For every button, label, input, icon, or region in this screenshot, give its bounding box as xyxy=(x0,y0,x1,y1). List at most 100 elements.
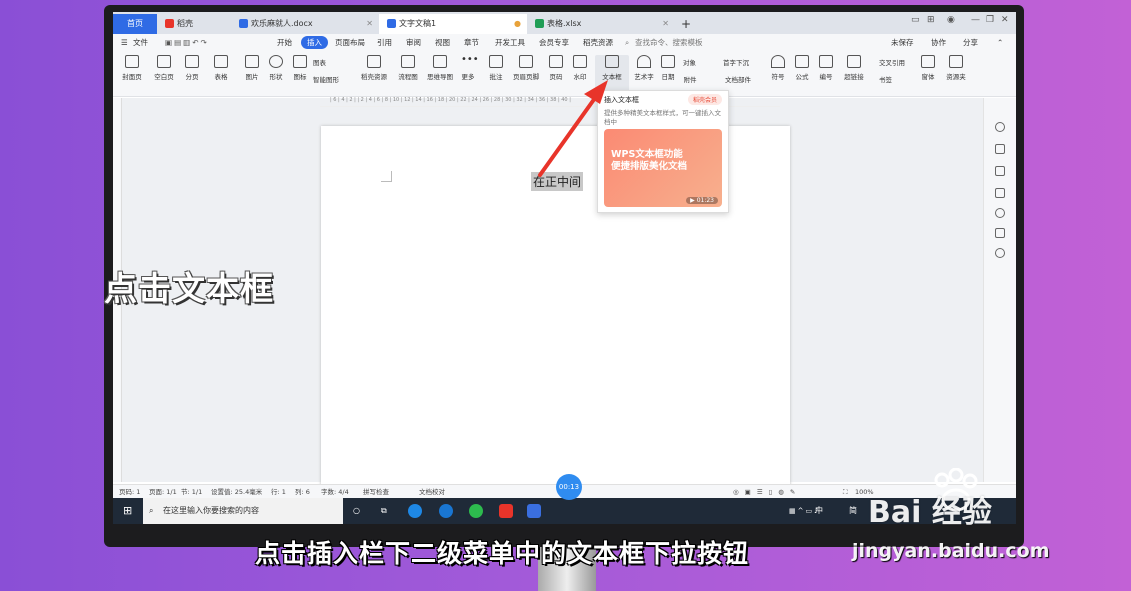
selected-text[interactable]: 在正中间 xyxy=(531,172,584,191)
icon-button[interactable]: 图标 xyxy=(283,55,317,81)
hyperlink-button[interactable]: 超链接 xyxy=(837,55,871,81)
textbox-button[interactable]: 文本框 xyxy=(595,55,629,93)
cover-page-button[interactable]: 封面页 xyxy=(115,55,149,81)
hamburger-icon[interactable]: ☰ xyxy=(121,34,128,52)
menu-bar: ☰ 文件 ▣▤▥↶↷ 开始 插入 页面布局 引用 审阅 视图 章节 开发工具 会… xyxy=(113,34,1016,52)
tab-docer[interactable]: 稻壳 xyxy=(157,14,231,34)
ruler-ticks: | 6 | 4 | 2 | | 2 | 4 | 6 | 8 | 10 | 12 … xyxy=(330,97,571,103)
pen-icon[interactable] xyxy=(995,144,1005,154)
menu-references[interactable]: 引用 xyxy=(377,34,392,52)
proofread-button[interactable]: 文档校对 xyxy=(419,485,445,499)
watermark-button[interactable]: 水印 xyxy=(563,55,597,81)
cortana-icon[interactable]: ○ xyxy=(353,498,360,524)
comment-button[interactable]: 批注 xyxy=(479,55,513,81)
zoom-fit-icon[interactable]: ⛶ xyxy=(843,485,848,499)
cross-ref-button[interactable]: 交叉引用 xyxy=(879,57,905,67)
date-icon xyxy=(661,55,675,68)
margin-corner xyxy=(381,171,392,182)
menu-review[interactable]: 审阅 xyxy=(406,34,421,52)
menu-docer[interactable]: 稻壳资源 xyxy=(583,34,613,52)
menu-member[interactable]: 会员专享 xyxy=(539,34,569,52)
view-mode-icons[interactable]: ◎▣☰▯◍✎ xyxy=(733,485,801,499)
form-icon xyxy=(921,55,935,68)
spell-check-button[interactable]: 拼写检查 xyxy=(363,485,389,499)
ime-indicator[interactable]: 中 xyxy=(815,498,823,524)
wechat-icon[interactable] xyxy=(469,504,483,518)
tab-label: 欢乐麻就人.docx xyxy=(251,19,313,28)
header-icon xyxy=(519,55,533,68)
status-row: 行: 1 xyxy=(271,488,286,496)
menu-home[interactable]: 开始 xyxy=(277,34,292,52)
status-pages: 页面: 1/1 xyxy=(149,488,177,496)
smart-art-button[interactable]: 智能图形 xyxy=(313,74,339,84)
video-card[interactable]: WPS文本框功能 便捷排版美化文档 ▶ 01:23 xyxy=(604,129,722,207)
new-tab-icon[interactable]: + xyxy=(679,14,699,34)
search-icon[interactable]: ⌕ xyxy=(625,34,629,52)
right-sidebar xyxy=(983,98,1016,482)
unsaved-button[interactable]: 未保存 xyxy=(891,34,914,52)
adjust-icon[interactable] xyxy=(995,188,1005,198)
restore-icon[interactable]: ❐ xyxy=(986,15,994,25)
edge-icon[interactable] xyxy=(408,504,422,518)
link-icon xyxy=(847,55,861,68)
tab-xlsx[interactable]: 表格.xlsx ✕ xyxy=(527,14,675,34)
header-footer-button[interactable]: 页眉页脚 xyxy=(509,55,543,81)
taskbar-search-placeholder: 在这里输入你要搜索的内容 xyxy=(163,506,259,515)
menu-file[interactable]: 文件 xyxy=(133,34,148,52)
status-words[interactable]: 字数: 4/4 xyxy=(321,485,349,499)
task-view-icon[interactable]: ⧉ xyxy=(381,498,387,524)
lang-indicator[interactable]: 简 xyxy=(849,498,857,524)
bookmark-button[interactable]: 书签 xyxy=(879,74,892,84)
avatar[interactable]: ◉ xyxy=(947,15,955,25)
cursor-icon[interactable] xyxy=(995,166,1005,176)
object-button[interactable]: 对象 xyxy=(683,57,696,67)
print-icon[interactable] xyxy=(995,228,1005,238)
collab-button[interactable]: 协作 xyxy=(931,34,946,52)
menu-layout[interactable]: 页面布局 xyxy=(335,34,365,52)
word-icon xyxy=(239,19,248,28)
dropcap-button[interactable]: 首字下沉 xyxy=(723,57,749,67)
tab-docx[interactable]: 欢乐麻就人.docx ✕ xyxy=(231,14,379,34)
style-icon[interactable] xyxy=(995,122,1005,132)
quick-access-icons[interactable]: ▣▤▥↶↷ xyxy=(165,34,209,52)
close-icon[interactable]: ✕ xyxy=(662,14,669,34)
member-badge[interactable]: 稻壳会员 xyxy=(687,94,722,105)
word-icon xyxy=(387,19,396,28)
video-timer: 00:13 xyxy=(556,474,582,500)
grid-icon[interactable]: ⊞ xyxy=(927,15,935,25)
share-button[interactable]: 分享 xyxy=(963,34,978,52)
textbox-dropdown[interactable]: 插入文本框 稻壳会员 提供多种精美文本框样式，可一键插入文档中 WPS文本框功能… xyxy=(597,90,729,213)
menu-developer[interactable]: 开发工具 xyxy=(495,34,525,52)
minimize-icon[interactable]: — xyxy=(971,15,980,25)
docer-resource-button[interactable]: 稻壳资源 xyxy=(357,55,391,81)
menu-view[interactable]: 视图 xyxy=(435,34,450,52)
windows-start-icon[interactable]: ⊞ xyxy=(123,498,132,524)
chevron-up-icon[interactable]: ⌃ xyxy=(997,34,1003,52)
menu-insert[interactable]: 插入 xyxy=(301,36,328,49)
tab-doc1[interactable]: 文字文稿1 ● xyxy=(379,14,527,34)
location-icon[interactable] xyxy=(995,248,1005,258)
tab-home[interactable]: 首页 xyxy=(113,14,157,34)
wps-writer-icon[interactable] xyxy=(527,504,541,518)
layout-icon[interactable]: ▭ xyxy=(911,15,920,25)
wps-icon[interactable] xyxy=(499,504,513,518)
browser-icon[interactable] xyxy=(439,504,453,518)
help-icon[interactable] xyxy=(995,208,1005,218)
chart-button[interactable]: 图表 xyxy=(313,57,326,67)
command-search[interactable]: 查找命令、搜索模板 xyxy=(635,34,703,52)
cover-icon xyxy=(125,55,139,68)
taskbar-search[interactable]: ⌕ 在这里输入你要搜索的内容 xyxy=(143,498,343,524)
mindmap-icon xyxy=(433,55,447,68)
break-icon xyxy=(185,55,199,68)
video-card-title: WPS文本框功能 便捷排版美化文档 xyxy=(611,149,688,172)
attachment-button[interactable]: 附件 xyxy=(675,74,705,84)
flowchart-icon xyxy=(401,55,415,68)
close-icon[interactable]: ✕ xyxy=(366,14,373,34)
search-icon: ⌕ xyxy=(149,506,154,515)
flowchart-button[interactable]: 流程图 xyxy=(391,55,425,81)
close-window-icon[interactable]: ✕ xyxy=(1001,15,1009,25)
menu-chapter[interactable]: 章节 xyxy=(464,34,479,52)
doc-part-button[interactable]: 文档部件 xyxy=(725,74,751,84)
table-button[interactable]: 表格 xyxy=(204,55,238,81)
resource-folder-button[interactable]: 资源夹 xyxy=(939,55,973,81)
